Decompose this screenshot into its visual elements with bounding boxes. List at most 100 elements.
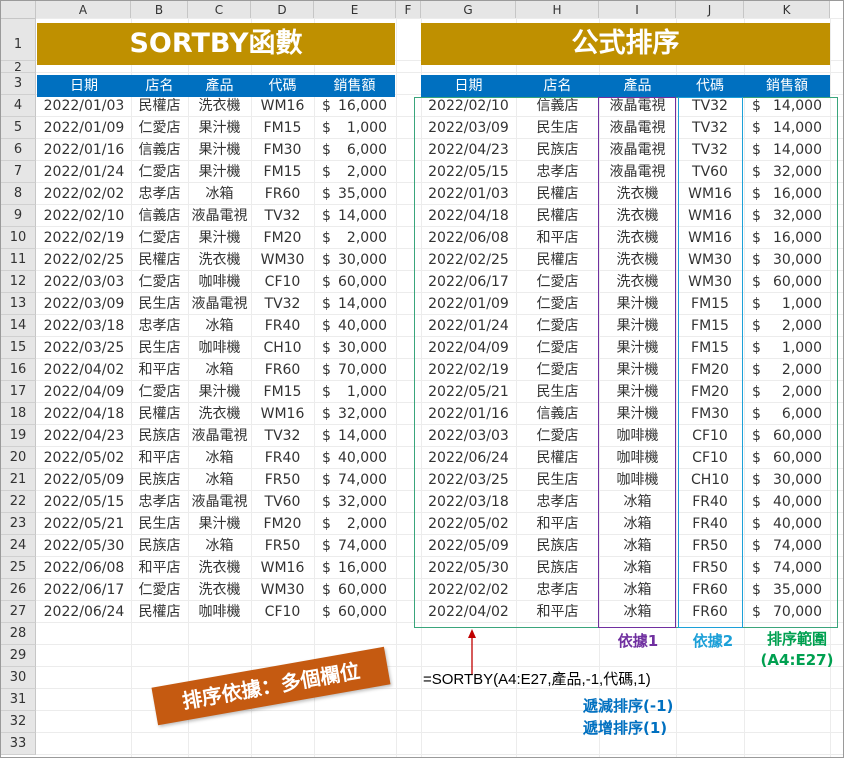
- cell-code[interactable]: WM16: [251, 403, 314, 425]
- cell-date[interactable]: 2022/03/25: [37, 337, 131, 359]
- cell-product[interactable]: 咖啡機: [188, 271, 251, 293]
- cell-code[interactable]: FM15: [251, 117, 314, 139]
- cell-code[interactable]: FM20: [251, 513, 314, 535]
- cell-code[interactable]: TV32: [251, 205, 314, 227]
- cell-sales[interactable]: $40,000: [322, 447, 387, 469]
- cell-sales[interactable]: $40,000: [322, 315, 387, 337]
- cell-date[interactable]: 2022/06/17: [37, 579, 131, 601]
- cell-date[interactable]: 2022/04/23: [37, 425, 131, 447]
- cell-date[interactable]: 2022/02/25: [37, 249, 131, 271]
- cell-code[interactable]: FM15: [251, 381, 314, 403]
- cell-date[interactable]: 2022/02/19: [37, 227, 131, 249]
- cell-store[interactable]: 民族店: [131, 425, 188, 447]
- cell-sales[interactable]: $1,000: [322, 117, 387, 139]
- cell-store[interactable]: 忠孝店: [131, 183, 188, 205]
- column-header-c[interactable]: C: [188, 1, 251, 19]
- column-header-j[interactable]: J: [676, 1, 744, 19]
- cell-product[interactable]: 冰箱: [188, 469, 251, 491]
- cell-code[interactable]: WM16: [251, 557, 314, 579]
- cell-date[interactable]: 2022/05/09: [37, 469, 131, 491]
- cell-date[interactable]: 2022/03/09: [37, 293, 131, 315]
- cell-store[interactable]: 仁愛店: [131, 117, 188, 139]
- cell-code[interactable]: FR50: [251, 469, 314, 491]
- row-header-4[interactable]: 4: [1, 95, 36, 117]
- cell-product[interactable]: 洗衣機: [188, 249, 251, 271]
- cell-product[interactable]: 液晶電視: [188, 491, 251, 513]
- cell-code[interactable]: FR50: [251, 535, 314, 557]
- column-header-a[interactable]: A: [36, 1, 131, 19]
- cell-product[interactable]: 果汁機: [188, 161, 251, 183]
- cell-store[interactable]: 民生店: [131, 337, 188, 359]
- cell-code[interactable]: CH10: [251, 337, 314, 359]
- cell-sales[interactable]: $2,000: [322, 227, 387, 249]
- cell-sales[interactable]: $16,000: [322, 95, 387, 117]
- cell-code[interactable]: FM30: [251, 139, 314, 161]
- cell-product[interactable]: 冰箱: [188, 447, 251, 469]
- row-header-15[interactable]: 15: [1, 337, 36, 359]
- cell-date[interactable]: 2022/01/09: [37, 117, 131, 139]
- cell-sales[interactable]: $70,000: [322, 359, 387, 381]
- cell-sales[interactable]: $32,000: [322, 491, 387, 513]
- cell-store[interactable]: 民權店: [131, 403, 188, 425]
- row-header-16[interactable]: 16: [1, 359, 36, 381]
- cell-sales[interactable]: $60,000: [322, 601, 387, 623]
- column-header-b[interactable]: B: [131, 1, 188, 19]
- cell-date[interactable]: 2022/04/18: [37, 403, 131, 425]
- cell-sales[interactable]: $14,000: [322, 425, 387, 447]
- cell-sales[interactable]: $32,000: [322, 403, 387, 425]
- row-header-33[interactable]: 33: [1, 733, 36, 755]
- row-header-7[interactable]: 7: [1, 161, 36, 183]
- cell-store[interactable]: 仁愛店: [131, 161, 188, 183]
- cell-date[interactable]: 2022/06/08: [37, 557, 131, 579]
- cell-store[interactable]: 忠孝店: [131, 315, 188, 337]
- cell-date[interactable]: 2022/01/16: [37, 139, 131, 161]
- cell-product[interactable]: 冰箱: [188, 359, 251, 381]
- cell-sales[interactable]: $74,000: [322, 535, 387, 557]
- cell-product[interactable]: 冰箱: [188, 535, 251, 557]
- row-header-2[interactable]: 2: [1, 61, 36, 73]
- cell-date[interactable]: 2022/02/02: [37, 183, 131, 205]
- cell-sales[interactable]: $60,000: [322, 579, 387, 601]
- cell-product[interactable]: 咖啡機: [188, 601, 251, 623]
- column-header-h[interactable]: H: [516, 1, 599, 19]
- column-header-e[interactable]: E: [314, 1, 396, 19]
- row-header-25[interactable]: 25: [1, 557, 36, 579]
- row-header-5[interactable]: 5: [1, 117, 36, 139]
- row-header-26[interactable]: 26: [1, 579, 36, 601]
- cell-store[interactable]: 仁愛店: [131, 579, 188, 601]
- cell-code[interactable]: TV60: [251, 491, 314, 513]
- cell-product[interactable]: 果汁機: [188, 139, 251, 161]
- cell-store[interactable]: 和平店: [131, 359, 188, 381]
- cell-product[interactable]: 冰箱: [188, 183, 251, 205]
- cell-code[interactable]: CF10: [251, 271, 314, 293]
- cell-date[interactable]: 2022/05/15: [37, 491, 131, 513]
- cell-product[interactable]: 咖啡機: [188, 337, 251, 359]
- select-all-corner[interactable]: [1, 1, 36, 19]
- cell-product[interactable]: 冰箱: [188, 315, 251, 337]
- cell-store[interactable]: 信義店: [131, 205, 188, 227]
- cell-sales[interactable]: $35,000: [322, 183, 387, 205]
- column-header-g[interactable]: G: [421, 1, 516, 19]
- row-header-23[interactable]: 23: [1, 513, 36, 535]
- row-header-32[interactable]: 32: [1, 711, 36, 733]
- cell-sales[interactable]: $30,000: [322, 249, 387, 271]
- cell-code[interactable]: FR40: [251, 315, 314, 337]
- cell-code[interactable]: CF10: [251, 601, 314, 623]
- cell-sales[interactable]: $30,000: [322, 337, 387, 359]
- row-header-6[interactable]: 6: [1, 139, 36, 161]
- row-header-30[interactable]: 30: [1, 667, 36, 689]
- cell-sales[interactable]: $2,000: [322, 513, 387, 535]
- cell-date[interactable]: 2022/02/10: [37, 205, 131, 227]
- row-header-21[interactable]: 21: [1, 469, 36, 491]
- cell-date[interactable]: 2022/06/24: [37, 601, 131, 623]
- row-header-12[interactable]: 12: [1, 271, 36, 293]
- row-header-18[interactable]: 18: [1, 403, 36, 425]
- cell-sales[interactable]: $60,000: [322, 271, 387, 293]
- cell-code[interactable]: FR40: [251, 447, 314, 469]
- cell-code[interactable]: TV32: [251, 293, 314, 315]
- cell-date[interactable]: 2022/04/09: [37, 381, 131, 403]
- row-header-31[interactable]: 31: [1, 689, 36, 711]
- cell-product[interactable]: 果汁機: [188, 381, 251, 403]
- cell-code[interactable]: TV32: [251, 425, 314, 447]
- row-header-13[interactable]: 13: [1, 293, 36, 315]
